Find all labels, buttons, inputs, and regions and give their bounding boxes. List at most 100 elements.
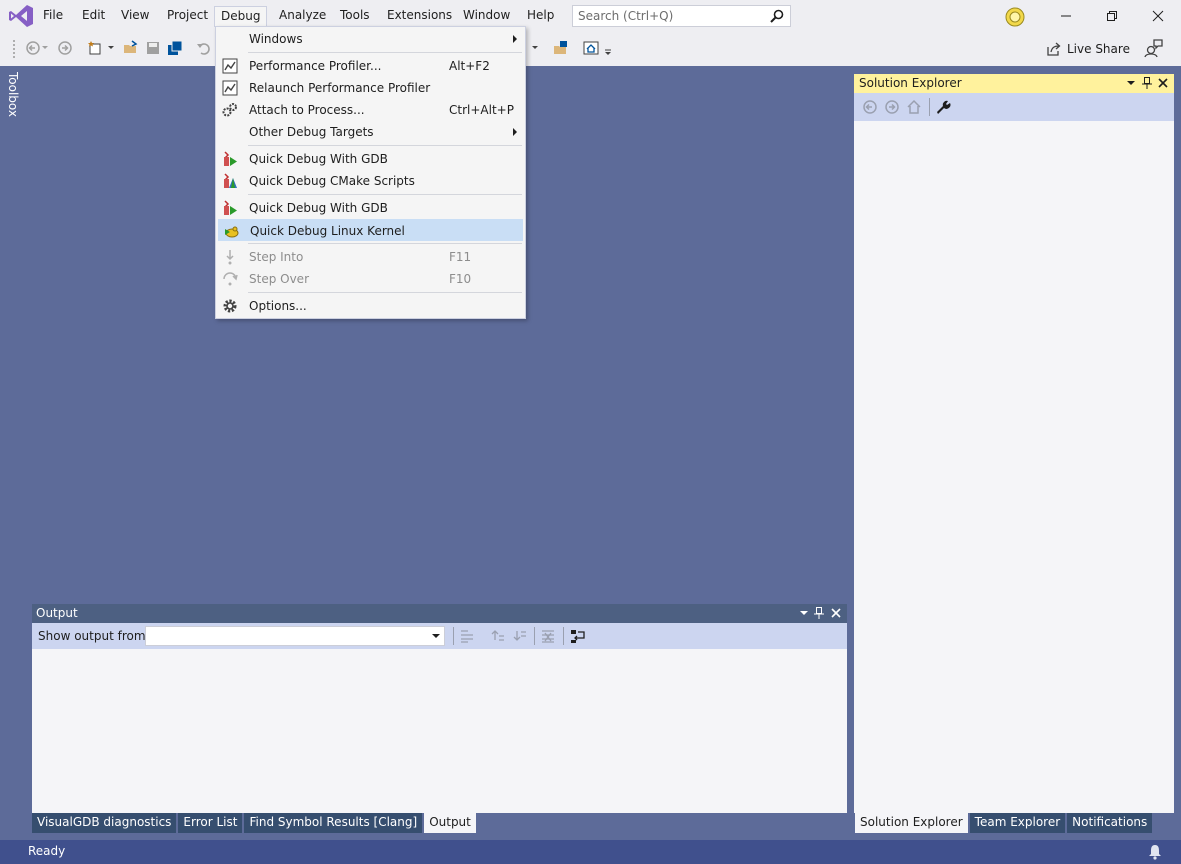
live-share-label: Live Share	[1067, 42, 1130, 56]
notification-bell-icon[interactable]	[1148, 844, 1162, 860]
output-toolbar: Show output from:	[32, 623, 847, 649]
auto-hide-button[interactable]	[1140, 76, 1154, 90]
menu-item-quick-debug-linux-kernel[interactable]: Quick Debug Linux Kernel	[218, 219, 523, 241]
menu-item-label: Quick Debug Linux Kernel	[250, 224, 405, 238]
home-icon	[907, 99, 921, 114]
menu-item-shortcut: Ctrl+Alt+P	[449, 103, 514, 117]
tab-solution-explorer[interactable]: Solution Explorer	[855, 813, 968, 833]
menu-tools[interactable]: Tools	[334, 6, 376, 26]
new-project-button[interactable]	[86, 39, 104, 57]
goto-location-icon	[461, 630, 473, 643]
restore-button[interactable]	[1089, 4, 1135, 28]
menu-debug[interactable]: Debug	[214, 6, 268, 27]
menu-view[interactable]: View	[115, 6, 155, 26]
previous-message-button[interactable]	[488, 627, 506, 645]
save-all-button[interactable]	[166, 39, 184, 57]
menu-item-quick-debug-gdb-2[interactable]: Quick Debug With GDB	[218, 197, 523, 219]
menu-item-step-into[interactable]: Step Into F11	[218, 246, 523, 268]
tab-visualgdb-diagnostics[interactable]: VisualGDB diagnostics	[32, 813, 177, 833]
step-over-icon	[222, 271, 238, 287]
output-auto-hide-button[interactable]	[812, 606, 826, 620]
solution-explorer-toolbar	[854, 93, 1174, 121]
menu-item-label: Quick Debug With GDB	[249, 152, 388, 166]
menu-item-options[interactable]: Options...	[218, 295, 523, 317]
debug-menu-dropdown: Windows Performance Profiler... Alt+F2 R…	[215, 26, 526, 319]
output-window-position-button[interactable]	[797, 606, 811, 620]
menu-window[interactable]: Window	[457, 6, 516, 26]
word-wrap-icon	[571, 630, 585, 643]
close-icon	[831, 608, 841, 618]
menu-separator	[248, 243, 522, 244]
new-dropdown-button[interactable]	[106, 39, 116, 57]
navigate-forward-button[interactable]	[56, 39, 74, 57]
pin-icon	[1142, 77, 1152, 89]
menu-help[interactable]: Help	[521, 6, 560, 26]
tab-find-symbol-results[interactable]: Find Symbol Results [Clang]	[244, 813, 423, 833]
close-icon	[1152, 10, 1164, 22]
menu-item-windows[interactable]: Windows	[218, 28, 523, 50]
menu-item-relaunch-profiler[interactable]: Relaunch Performance Profiler	[218, 77, 523, 99]
menu-item-performance-profiler[interactable]: Performance Profiler... Alt+F2	[218, 55, 523, 77]
back-dropdown-button[interactable]	[40, 39, 50, 57]
find-message-in-code-button[interactable]	[458, 627, 476, 645]
visual-studio-logo-icon[interactable]	[8, 4, 34, 28]
gdb-debug-icon	[222, 200, 238, 216]
open-file-button[interactable]	[122, 39, 140, 57]
customize-toolbar-button[interactable]	[603, 44, 613, 62]
home-window-icon	[583, 41, 599, 55]
tab-output[interactable]: Output	[424, 813, 476, 833]
search-box[interactable]: Search (Ctrl+Q)	[572, 5, 791, 27]
live-share-button[interactable]: Live Share	[1046, 40, 1130, 58]
preview-feedback-badge-icon[interactable]	[1004, 6, 1026, 28]
cmake-debug-icon	[222, 173, 238, 189]
dropdown-arrow-icon	[108, 46, 114, 49]
menu-edit[interactable]: Edit	[76, 6, 111, 26]
se-properties-button[interactable]	[934, 98, 952, 116]
menu-item-quick-debug-cmake[interactable]: Quick Debug CMake Scripts	[218, 170, 523, 192]
toolbar-grip[interactable]	[12, 39, 16, 59]
clear-all-button[interactable]	[539, 627, 557, 645]
menu-extensions[interactable]: Extensions	[381, 6, 458, 26]
share-icon	[1047, 42, 1061, 56]
menu-item-label: Quick Debug CMake Scripts	[249, 174, 415, 188]
search-placeholder: Search (Ctrl+Q)	[578, 9, 674, 23]
close-output-button[interactable]	[829, 606, 843, 620]
menu-project[interactable]: Project	[161, 6, 214, 26]
menu-item-label: Windows	[249, 32, 303, 46]
menu-item-step-over[interactable]: Step Over F10	[218, 268, 523, 290]
menu-item-quick-debug-gdb[interactable]: Quick Debug With GDB	[218, 148, 523, 170]
menu-item-other-debug-targets[interactable]: Other Debug Targets	[218, 121, 523, 143]
show-output-from-label: Show output from:	[38, 629, 150, 643]
save-button[interactable]	[144, 39, 162, 57]
output-source-select[interactable]	[145, 626, 445, 646]
menu-analyze[interactable]: Analyze	[273, 6, 332, 26]
tab-team-explorer[interactable]: Team Explorer	[969, 813, 1066, 833]
menu-item-attach-to-process[interactable]: Attach to Process... Ctrl+Alt+P	[218, 99, 523, 121]
menu-file[interactable]: File	[37, 6, 69, 26]
window-position-button[interactable]	[1124, 76, 1138, 90]
feedback-person-icon[interactable]	[1144, 38, 1164, 58]
minimize-icon	[1061, 15, 1071, 17]
toolbar-separator	[453, 627, 454, 645]
new-project-icon	[88, 41, 101, 55]
toolbox-tab[interactable]: Toolbox	[4, 72, 26, 122]
se-back-button[interactable]	[861, 98, 879, 116]
solution-explorer-tree[interactable]	[854, 121, 1174, 813]
toolbar-dropdown-button[interactable]	[530, 39, 540, 57]
find-in-files-button[interactable]	[552, 39, 570, 57]
toolbar-separator	[534, 627, 535, 645]
solution-home-button[interactable]	[582, 39, 600, 57]
close-solution-explorer-button[interactable]	[1156, 76, 1170, 90]
se-forward-button[interactable]	[883, 98, 901, 116]
tab-error-list[interactable]: Error List	[178, 813, 243, 833]
toggle-word-wrap-button[interactable]	[569, 627, 587, 645]
performance-profiler-icon	[222, 58, 238, 74]
undo-button[interactable]	[195, 39, 213, 57]
output-text-area[interactable]	[32, 649, 847, 813]
close-window-button[interactable]	[1135, 4, 1181, 28]
status-text: Ready	[28, 844, 66, 858]
minimize-button[interactable]	[1043, 4, 1089, 28]
tab-notifications[interactable]: Notifications	[1067, 813, 1153, 833]
se-home-button[interactable]	[905, 98, 923, 116]
next-message-button[interactable]	[510, 627, 528, 645]
